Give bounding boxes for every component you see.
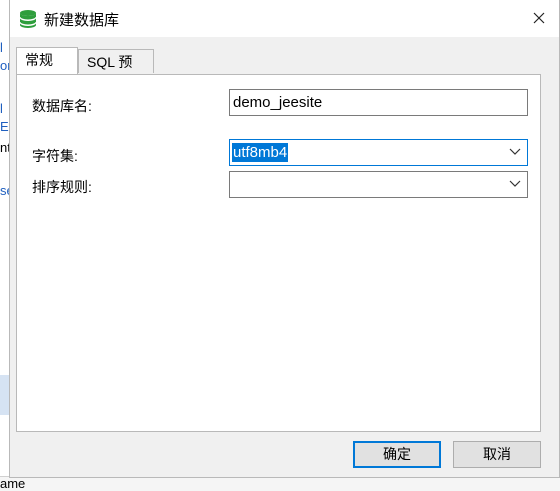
chevron-down-icon <box>509 148 521 155</box>
charset-label: 字符集: <box>32 148 78 164</box>
database-name-value: demo_jeesite <box>233 94 323 111</box>
database-icon <box>19 10 37 28</box>
tab-general[interactable]: 常规 <box>16 47 78 74</box>
background-fragment: l <box>0 40 3 55</box>
new-database-dialog: 新建数据库 常规 SQL 预览 数据库名: demo_jeesite 字符集: … <box>9 0 560 478</box>
close-button[interactable] <box>525 4 553 32</box>
dialog-title: 新建数据库 <box>44 12 120 29</box>
collation-label: 排序规则: <box>32 179 92 195</box>
collation-select[interactable] <box>229 171 528 198</box>
background-selection <box>0 375 9 415</box>
charset-select[interactable]: utf8mb4 <box>229 139 528 166</box>
background-status: ame <box>0 476 560 491</box>
close-icon <box>533 12 545 24</box>
charset-value: utf8mb4 <box>232 143 289 162</box>
background-fragment: ame <box>0 476 26 491</box>
background-fragment: l <box>0 101 3 116</box>
cancel-button[interactable]: 取消 <box>453 441 541 468</box>
chevron-down-icon <box>509 180 521 187</box>
title-bar: 新建数据库 <box>10 0 559 37</box>
tab-sql-preview[interactable]: SQL 预览 <box>78 49 154 94</box>
database-name-label: 数据库名: <box>32 98 92 114</box>
ok-button[interactable]: 确定 <box>353 441 441 468</box>
database-name-input[interactable]: demo_jeesite <box>229 89 528 116</box>
general-panel: 数据库名: demo_jeesite 字符集: utf8mb4 排序规则: <box>16 74 541 432</box>
